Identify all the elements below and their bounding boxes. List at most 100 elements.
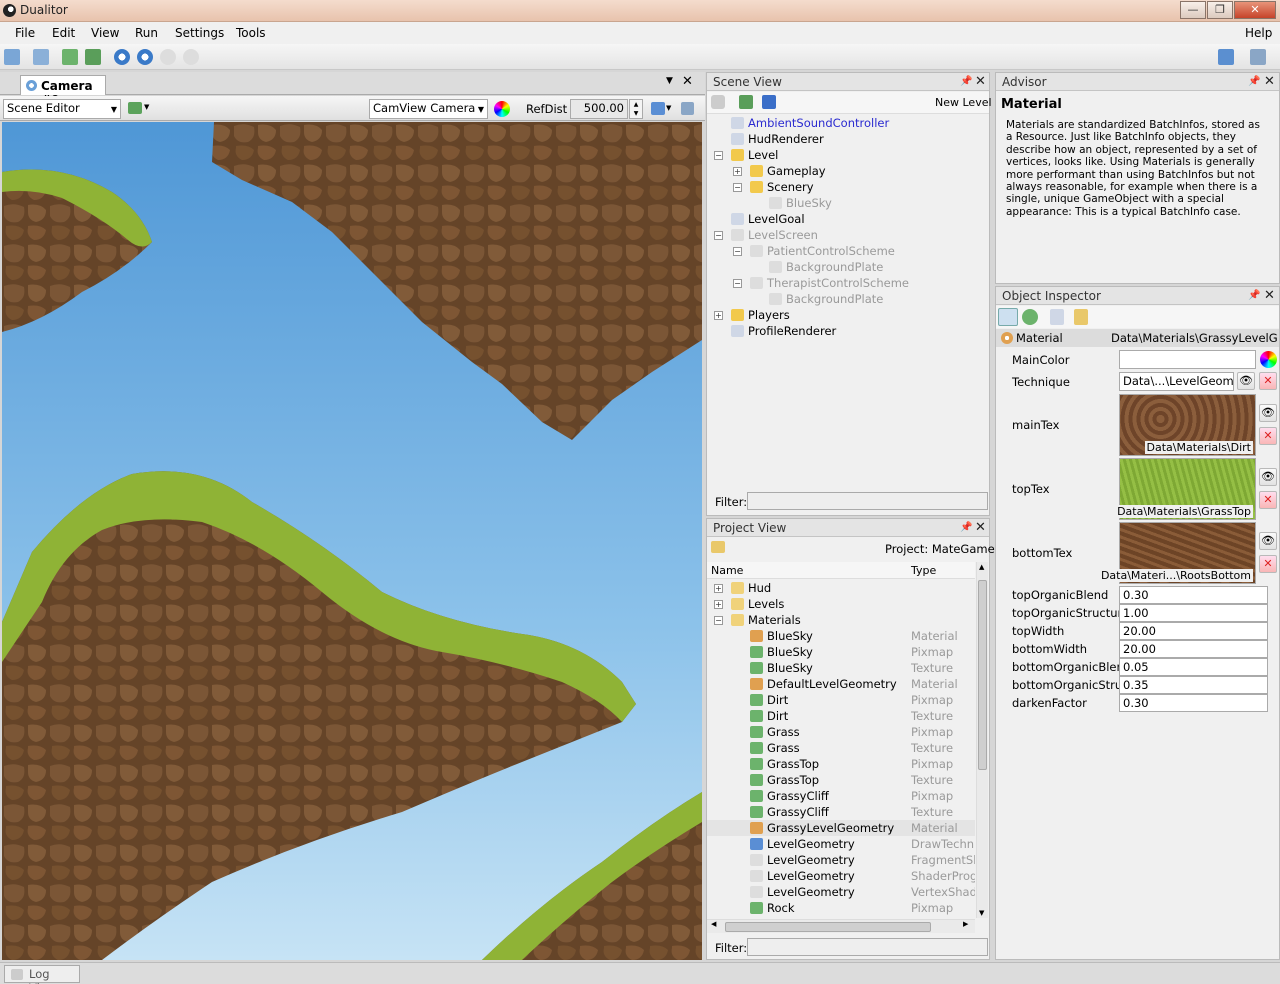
play-sandbox-icon[interactable] bbox=[137, 49, 153, 65]
clear-icon[interactable]: ✕ bbox=[1259, 555, 1277, 573]
prop-value[interactable]: 1.00 bbox=[1119, 604, 1268, 622]
maximize-button[interactable]: ❐ bbox=[1207, 1, 1233, 19]
collapse-icon[interactable]: − bbox=[733, 279, 742, 288]
list-item[interactable]: LevelGeometry VertexShade bbox=[707, 884, 975, 900]
list-item[interactable]: DefaultLevelGeometry Material bbox=[707, 676, 975, 692]
folder-item[interactable]: Levels bbox=[731, 596, 784, 612]
tab-close-icon[interactable]: ✕ bbox=[682, 74, 693, 89]
technique-field[interactable]: Data\...\LevelGeometry bbox=[1119, 372, 1234, 391]
menu-edit[interactable]: Edit bbox=[52, 26, 75, 40]
list-item[interactable]: LevelGeometry ShaderProgr bbox=[707, 868, 975, 884]
tree-item[interactable]: Scenery bbox=[750, 179, 814, 195]
bottomtex-preview[interactable]: Data\Materi...\RootsBottom bbox=[1098, 522, 1256, 584]
tab-camera[interactable]: Camera #0 bbox=[20, 75, 106, 107]
color-picker-icon[interactable] bbox=[1260, 351, 1277, 368]
column-type[interactable]: Type bbox=[911, 564, 936, 577]
tree-item[interactable]: TherapistControlScheme bbox=[750, 275, 909, 291]
mode-select[interactable]: Scene Editor ▼ bbox=[3, 99, 121, 119]
list-item[interactable]: BlueSky Pixmap bbox=[707, 644, 975, 660]
list-item[interactable]: BlueSky Texture bbox=[707, 660, 975, 676]
close-icon[interactable]: ✕ bbox=[1264, 74, 1275, 89]
list-item[interactable]: GrassyCliff Texture bbox=[707, 804, 975, 820]
expand-icon[interactable]: + bbox=[714, 600, 723, 609]
tree-item[interactable]: BackgroundPlate bbox=[769, 291, 883, 307]
pin-icon[interactable]: 📌 bbox=[1248, 290, 1260, 301]
maintex-preview[interactable]: Data\Materials\Dirt bbox=[1119, 394, 1256, 456]
collapse-icon[interactable]: − bbox=[733, 247, 742, 256]
menu-settings[interactable]: Settings bbox=[175, 26, 224, 40]
view-eye-icon[interactable]: 👁 bbox=[1259, 468, 1277, 486]
list-item[interactable]: Grass Texture bbox=[707, 740, 975, 756]
tree-item[interactable]: Players bbox=[731, 307, 790, 323]
tree-item[interactable]: LevelScreen bbox=[731, 227, 818, 243]
clear-icon[interactable]: ✕ bbox=[1259, 427, 1277, 445]
expand-icon[interactable]: + bbox=[714, 311, 723, 320]
tree-item[interactable]: HudRenderer bbox=[731, 131, 824, 147]
list-item[interactable]: GrassTop Pixmap bbox=[707, 756, 975, 772]
copy-icon[interactable] bbox=[1050, 309, 1064, 325]
tree-item[interactable]: BlueSky bbox=[769, 195, 832, 211]
camera-select[interactable]: CamView Camera ▼ bbox=[369, 99, 488, 119]
tree-item[interactable]: Level bbox=[731, 147, 778, 163]
folder-item[interactable]: Hud bbox=[731, 580, 771, 596]
list-item[interactable]: LevelGeometry DrawTechnic bbox=[707, 836, 975, 852]
collapse-icon[interactable]: − bbox=[714, 231, 723, 240]
new-scene-icon[interactable] bbox=[739, 95, 753, 109]
folder-icon[interactable] bbox=[711, 541, 725, 553]
close-button[interactable]: ✕ bbox=[1234, 1, 1276, 19]
collapse-icon[interactable]: − bbox=[714, 151, 723, 160]
tree-item[interactable]: ProfileRenderer bbox=[731, 323, 836, 339]
list-item[interactable]: LevelGeometry FragmentSha bbox=[707, 852, 975, 868]
tree-item[interactable]: AmbientSoundController bbox=[731, 115, 889, 131]
open-code-icon[interactable] bbox=[33, 49, 49, 65]
view-eye-icon[interactable]: 👁 bbox=[1259, 532, 1277, 550]
close-icon[interactable]: ✕ bbox=[1264, 288, 1275, 303]
column-name[interactable]: Name bbox=[711, 564, 743, 577]
tab-dropdown-icon[interactable]: ▼ bbox=[666, 76, 673, 86]
list-item[interactable]: Dirt Texture bbox=[707, 708, 975, 724]
lock-icon[interactable] bbox=[1074, 309, 1088, 325]
rebuild-icon[interactable] bbox=[85, 49, 101, 65]
refresh-icon[interactable] bbox=[998, 308, 1018, 326]
pin-icon[interactable]: 📌 bbox=[960, 522, 972, 533]
list-item[interactable]: Grass Pixmap bbox=[707, 724, 975, 740]
menu-tools[interactable]: Tools bbox=[236, 26, 266, 40]
view-options-icon[interactable] bbox=[651, 102, 665, 115]
pin-icon[interactable]: 📌 bbox=[960, 76, 972, 87]
tree-item[interactable]: LevelGoal bbox=[731, 211, 805, 227]
clear-icon[interactable]: ✕ bbox=[1259, 491, 1277, 509]
prop-value[interactable]: 0.05 bbox=[1119, 658, 1268, 676]
horizontal-scrollbar[interactable]: ◀ ▶ bbox=[707, 919, 975, 933]
expand-icon[interactable]: + bbox=[714, 584, 723, 593]
compile-icon[interactable] bbox=[62, 49, 78, 65]
list-item[interactable]: GrassyLevelGeometry Material bbox=[707, 820, 975, 836]
tree-item[interactable]: PatientControlScheme bbox=[750, 243, 895, 259]
stop-icon[interactable] bbox=[183, 49, 199, 65]
prop-value[interactable]: 20.00 bbox=[1119, 622, 1268, 640]
menu-file[interactable]: File bbox=[15, 26, 35, 40]
prop-value[interactable]: 0.30 bbox=[1119, 694, 1268, 712]
create-object-icon[interactable] bbox=[711, 95, 725, 109]
scene-filter-input[interactable] bbox=[747, 492, 988, 510]
chevron-down-icon[interactable]: ▼ bbox=[144, 103, 149, 111]
tree-item[interactable]: BackgroundPlate bbox=[769, 259, 883, 275]
menu-help[interactable]: Help bbox=[1245, 26, 1272, 40]
sync-icon[interactable] bbox=[1218, 49, 1234, 65]
list-item[interactable]: GrassyCliff Pixmap bbox=[707, 788, 975, 804]
snap-icon[interactable] bbox=[681, 102, 694, 115]
layer-icon[interactable] bbox=[128, 102, 142, 114]
inspector-object-row[interactable]: Material Data\Materials\GrassyLevelGeo..… bbox=[996, 329, 1279, 347]
prop-value[interactable]: 0.30 bbox=[1119, 586, 1268, 604]
expand-icon[interactable]: + bbox=[733, 167, 742, 176]
debug-icon[interactable] bbox=[1022, 309, 1038, 325]
list-item[interactable]: BlueSky Material bbox=[707, 628, 975, 644]
prop-value[interactable]: 0.35 bbox=[1119, 676, 1268, 694]
refdist-input[interactable]: 500.00 bbox=[570, 99, 628, 119]
toptex-preview[interactable]: Data\Materials\GrassTop bbox=[1115, 458, 1256, 520]
play-icon[interactable] bbox=[114, 49, 130, 65]
list-item[interactable]: Rock Pixmap bbox=[707, 900, 975, 916]
view-eye-icon[interactable]: 👁 bbox=[1259, 404, 1277, 422]
close-icon[interactable]: ✕ bbox=[975, 74, 986, 89]
list-item[interactable]: Dirt Pixmap bbox=[707, 692, 975, 708]
folder-item[interactable]: Materials bbox=[731, 612, 801, 628]
